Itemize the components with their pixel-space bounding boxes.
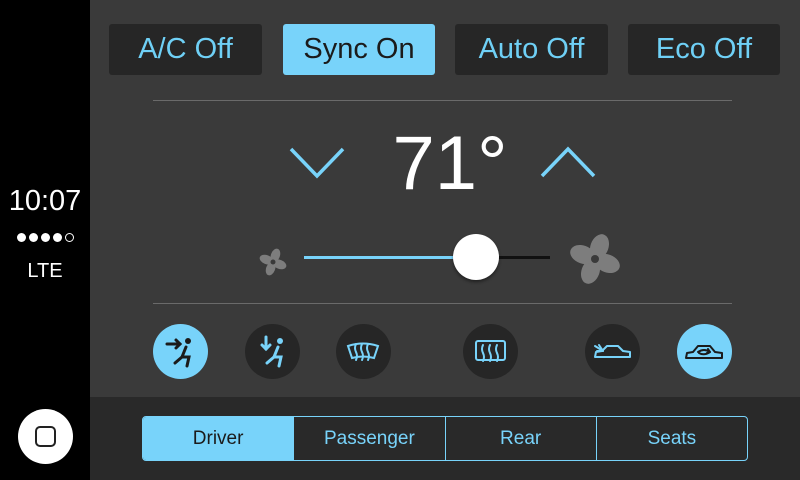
zone-bar: Driver Passenger Rear Seats (90, 397, 800, 480)
carplay-sidebar: 10:07 LTE (0, 0, 90, 480)
temperature-display: 71° (392, 121, 508, 206)
zone-segmented-control: Driver Passenger Rear Seats (142, 416, 748, 461)
divider (153, 100, 732, 101)
signal-dot (28, 233, 38, 242)
recirculate-icon (685, 345, 723, 359)
fan-speed-fill (304, 256, 477, 259)
eco-toggle-button[interactable]: Eco Off (628, 24, 780, 75)
signal-dot (52, 233, 62, 242)
fresh-air-icon (594, 344, 631, 358)
fan-large-icon[interactable] (568, 232, 622, 286)
airflow-feet-icon (260, 335, 283, 368)
signal-dot (40, 233, 50, 242)
home-icon (35, 426, 56, 447)
status-time: 10:07 (8, 185, 82, 217)
ac-toggle-button[interactable]: A/C Off (109, 24, 262, 75)
signal-strength-indicator (0, 233, 90, 242)
fan-speed-slider[interactable] (304, 234, 550, 280)
home-button[interactable] (18, 409, 73, 464)
zone-tab-seats[interactable]: Seats (595, 417, 747, 460)
signal-dot (16, 233, 26, 242)
signal-dot (64, 233, 74, 242)
auto-toggle-button[interactable]: Auto Off (455, 24, 608, 75)
fan-speed-thumb[interactable] (453, 234, 500, 280)
fan-small-icon[interactable] (259, 248, 287, 276)
rear-defrost-button[interactable] (463, 324, 518, 379)
divider (153, 303, 732, 304)
airflow-feet-button[interactable] (245, 324, 300, 379)
recirculate-button[interactable] (677, 324, 732, 379)
zone-tab-driver[interactable]: Driver (143, 417, 294, 460)
chevron-down-icon[interactable] (288, 144, 346, 180)
chevron-up-icon[interactable] (539, 144, 597, 180)
front-defrost-button[interactable] (336, 324, 391, 379)
climate-panel: A/C Off Sync On Auto Off Eco Off 71° (90, 0, 800, 397)
sync-toggle-button[interactable]: Sync On (283, 24, 435, 75)
zone-tab-passenger[interactable]: Passenger (293, 417, 444, 460)
fresh-air-button[interactable] (585, 324, 640, 379)
rear-defrost-icon (475, 340, 506, 362)
airflow-face-icon (165, 338, 191, 368)
network-type: LTE (27, 260, 63, 282)
zone-tab-rear[interactable]: Rear (444, 417, 596, 460)
front-defrost-icon (346, 342, 380, 361)
airflow-face-button[interactable] (153, 324, 208, 379)
